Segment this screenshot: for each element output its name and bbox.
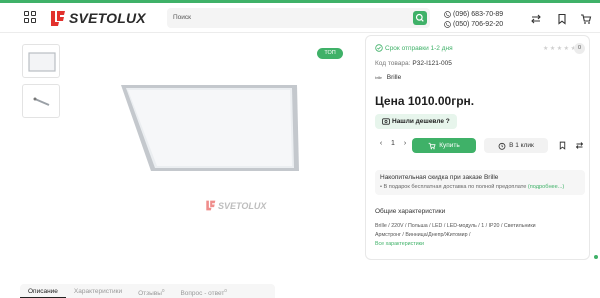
search-bar[interactable]: Поиск (167, 8, 430, 28)
site-header: SVETOLUX Поиск (096) 683-70-89 (050) 706… (0, 3, 600, 33)
logo-text: SVETOLUX (69, 10, 146, 26)
cumulative-discount-box: Накопительная скидка при заказе Brille •… (375, 170, 585, 195)
phone-icon (444, 10, 451, 18)
tab-characteristics[interactable]: Характеристики (66, 284, 130, 298)
product-code: Код товара: P32-I121-005 (375, 60, 452, 67)
quantity-stepper: ‹ 1 › (375, 140, 411, 147)
compare-icon[interactable] (530, 13, 542, 25)
panel-thumb-image (28, 52, 56, 72)
brand[interactable]: brille Brille (375, 74, 401, 81)
buy-button[interactable]: Купить (412, 138, 476, 153)
phone-icon (444, 20, 451, 28)
catalog-menu-icon[interactable] (24, 11, 36, 23)
price-tag-icon (382, 118, 390, 125)
search-icon (415, 13, 424, 22)
tab-reviews[interactable]: Отзывы0 (130, 284, 172, 298)
characteristics-title: Общие характеристики (375, 208, 446, 215)
star-icon: ★ (556, 46, 563, 52)
star-icon: ★ (549, 46, 556, 52)
phone-2[interactable]: (050) 706-92-20 (444, 19, 514, 29)
site-logo[interactable]: SVETOLUX (49, 8, 146, 28)
scroll-indicator-dot (594, 255, 598, 259)
favorites-icon[interactable] (558, 141, 567, 150)
tab-description[interactable]: Описание (20, 284, 66, 298)
characteristics-list-line-2[interactable]: Армстронг / Винница/Днепр/Житомир / (375, 232, 471, 238)
image-watermark: SVETOLUX (205, 200, 266, 211)
thumbnail-list (22, 44, 60, 124)
star-icon: ★ (543, 46, 549, 52)
characteristics-list-line-1[interactable]: Brille / 220V / Польша / LED / LED-модул… (375, 223, 536, 229)
watermark-logo-icon (206, 200, 216, 211)
quantity-value[interactable]: 1 (387, 140, 399, 147)
favorites-icon[interactable] (556, 13, 568, 25)
top-badge: ТОП (317, 48, 343, 59)
found-cheaper-button[interactable]: Нашли дешевле ? (375, 114, 457, 129)
thumbnail-1[interactable] (22, 44, 60, 78)
search-button[interactable] (413, 11, 427, 25)
all-characteristics-link[interactable]: Все характеристики (375, 241, 424, 247)
logo-mark-icon (51, 10, 65, 26)
discount-text: • В подарок бесплатная доставка по полно… (380, 184, 565, 190)
panel-side-thumb-image (33, 97, 50, 106)
star-icon: ★ (563, 46, 570, 52)
phone-list: (096) 683-70-89 (050) 706-92-20 (444, 9, 514, 29)
cart-icon (428, 142, 436, 149)
product-main-image (121, 85, 299, 171)
quantity-increase-button[interactable]: › (399, 140, 411, 147)
thumbnail-2[interactable] (22, 84, 60, 118)
cart-icon[interactable] (580, 13, 592, 25)
brand-logo: brille (375, 75, 382, 80)
tab-questions[interactable]: Вопрос - ответ0 (172, 284, 234, 298)
reviews-count-badge[interactable]: 0 (574, 43, 585, 54)
search-input[interactable]: Поиск (173, 14, 191, 21)
product-price: Цена 1010.00грн. (375, 94, 475, 108)
phone-1[interactable]: (096) 683-70-89 (444, 9, 514, 19)
check-circle-icon (375, 44, 383, 52)
one-click-buy-button[interactable]: В 1 клик (484, 138, 548, 153)
rating-stars[interactable]: ★ ★ ★ ★ ★ (543, 46, 576, 52)
product-info-panel: Срок отправки 1-2 дня ★ ★ ★ ★ ★ 0 Код то… (365, 35, 590, 260)
compare-icon[interactable] (575, 141, 584, 150)
shipping-status: Срок отправки 1-2 дня (375, 44, 453, 52)
brand-name: Brille (386, 74, 402, 81)
discount-title: Накопительная скидка при заказе Brille (380, 174, 499, 181)
timer-icon (498, 142, 506, 150)
product-tabs: Описание Характеристики Отзывы0 Вопрос -… (20, 284, 275, 298)
discount-details-link[interactable]: (подробнее...) (528, 184, 564, 190)
quantity-decrease-button[interactable]: ‹ (375, 140, 387, 147)
